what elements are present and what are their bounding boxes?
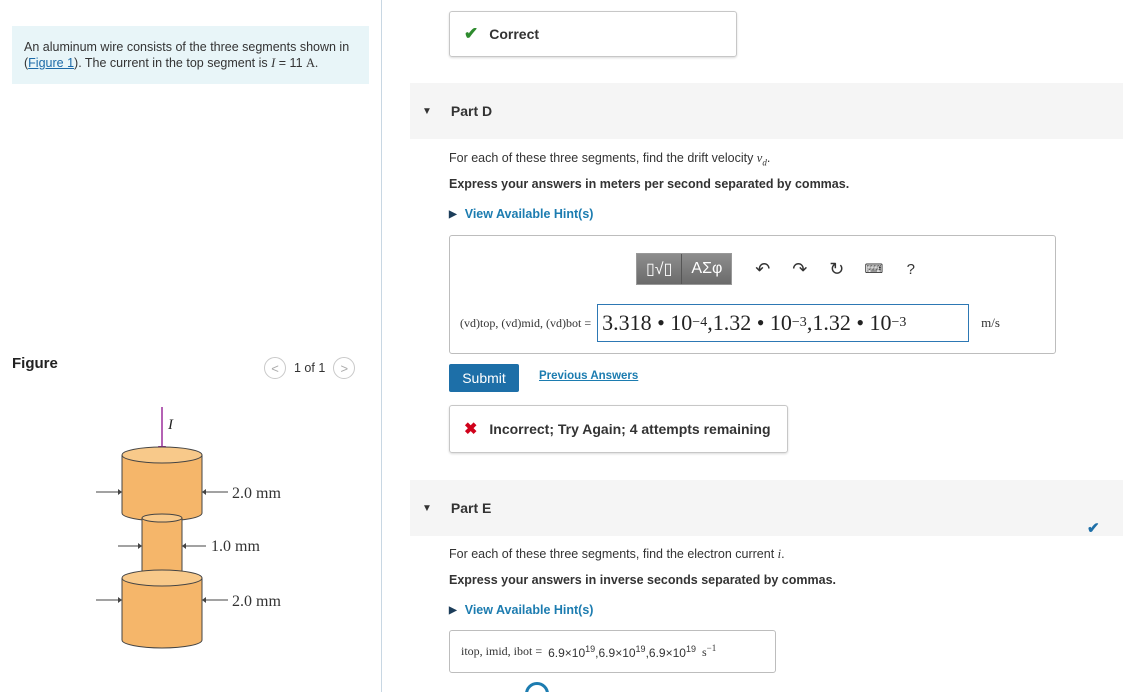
correct-feedback: ✔ Correct <box>449 11 737 57</box>
mid-dimension-label: 1.0 mm <box>211 538 260 555</box>
submit-button[interactable]: Submit <box>449 364 519 392</box>
incorrect-feedback: ✖ Incorrect; Try Again; 4 attempts remai… <box>449 405 788 453</box>
figure-link[interactable]: Figure 1 <box>28 56 74 70</box>
part-d-header[interactable]: ▼ Part D <box>410 83 1123 139</box>
keyboard-icon[interactable]: ⌨ <box>855 261 892 277</box>
close-x-icon: ✖ <box>464 421 478 438</box>
part-d-answer-input[interactable]: 3.318 • 10 −4,1.32 • 10 −3,1.32 • 10 −3 <box>597 304 970 342</box>
problem-intro: An aluminum wire consists of the three s… <box>12 26 369 84</box>
dim-arrowhead <box>138 543 142 549</box>
part-e-hint-link[interactable]: ▶ View Available Hint(s) <box>449 603 593 617</box>
help-button[interactable]: ? <box>892 261 929 278</box>
bottom-segment <box>121 578 203 649</box>
check-icon: ✔ <box>1087 520 1100 537</box>
undo-icon[interactable]: ↶ <box>744 259 781 280</box>
templates-button[interactable]: ▯√▯ <box>637 254 683 284</box>
part-e-unit: s−1 <box>701 643 717 659</box>
bottom-segment-cap <box>121 569 203 587</box>
left-panel: An aluminum wire consists of the three s… <box>0 0 382 692</box>
part-d-unit: m/s <box>981 315 1000 330</box>
part-e-answer-box: itop, imid, ibot = 6.9×1019,6.9×1019,6.9… <box>449 630 776 673</box>
dim-arrowhead <box>182 543 186 549</box>
greek-symbols-button[interactable]: ΑΣφ <box>682 254 731 284</box>
expand-triangle-icon: ▶ <box>449 208 457 220</box>
pager-count: 1 of 1 <box>294 361 326 375</box>
dim-arrowhead <box>202 489 206 495</box>
figure-title: Figure <box>12 355 58 372</box>
chevron-left-icon[interactable]: < <box>264 357 286 379</box>
wire-figure: I 2.0 mm 1.0 mm 2.0 mm <box>96 407 281 649</box>
previous-answers-link[interactable]: Previous Answers <box>539 370 638 382</box>
part-d-answer-box: ▯√▯ ΑΣφ ↶ ↷ ↻ ⌨ ? (vd)top, (vd)mid, (vd)… <box>449 235 1056 354</box>
reset-icon[interactable]: ↻ <box>818 259 855 280</box>
redo-icon[interactable]: ↷ <box>781 259 818 280</box>
middle-segment-cap <box>141 513 183 523</box>
part-e-answer-value: 6.9×1019,6.9×1019,6.9×1019 <box>548 643 696 660</box>
part-d-instruction: Express your answers in meters per secon… <box>449 177 850 191</box>
dim-arrowhead <box>118 489 122 495</box>
top-segment-cap <box>121 446 203 464</box>
part-d-question: For each of these three segments, find t… <box>449 151 771 168</box>
part-e-question: For each of these three segments, find t… <box>449 547 785 561</box>
part-e-equation-label: itop, imid, ibot = <box>461 644 543 658</box>
collapse-triangle-icon: ▼ <box>422 502 432 514</box>
part-e-header[interactable]: ▼ Part E <box>410 480 1123 536</box>
partial-circle-icon <box>525 682 549 692</box>
part-d-hint-link[interactable]: ▶ View Available Hint(s) <box>449 207 593 221</box>
top-dimension-label: 2.0 mm <box>232 485 281 502</box>
dim-arrowhead <box>202 597 206 603</box>
check-icon: ✔ <box>464 24 479 43</box>
current-label: I <box>167 417 174 433</box>
part-d-equation-row: (vd)top, (vd)mid, (vd)bot = 3.318 • 10 −4… <box>460 304 1000 342</box>
part-d-equation-label: (vd)top, (vd)mid, (vd)bot = <box>460 315 592 330</box>
part-e-instruction: Express your answers in inverse seconds … <box>449 573 836 587</box>
toolbar-button-group: ▯√▯ ΑΣφ <box>636 253 733 285</box>
math-toolbar: ▯√▯ ΑΣφ ↶ ↷ ↻ ⌨ ? <box>636 253 929 285</box>
bottom-dimension-label: 2.0 mm <box>232 593 281 610</box>
top-segment <box>121 455 203 522</box>
chevron-right-icon[interactable]: > <box>333 357 356 379</box>
collapse-triangle-icon: ▼ <box>422 105 432 117</box>
figure-pager: < 1 of 1 > <box>264 357 356 379</box>
dim-arrowhead <box>118 597 122 603</box>
expand-triangle-icon: ▶ <box>449 604 457 616</box>
